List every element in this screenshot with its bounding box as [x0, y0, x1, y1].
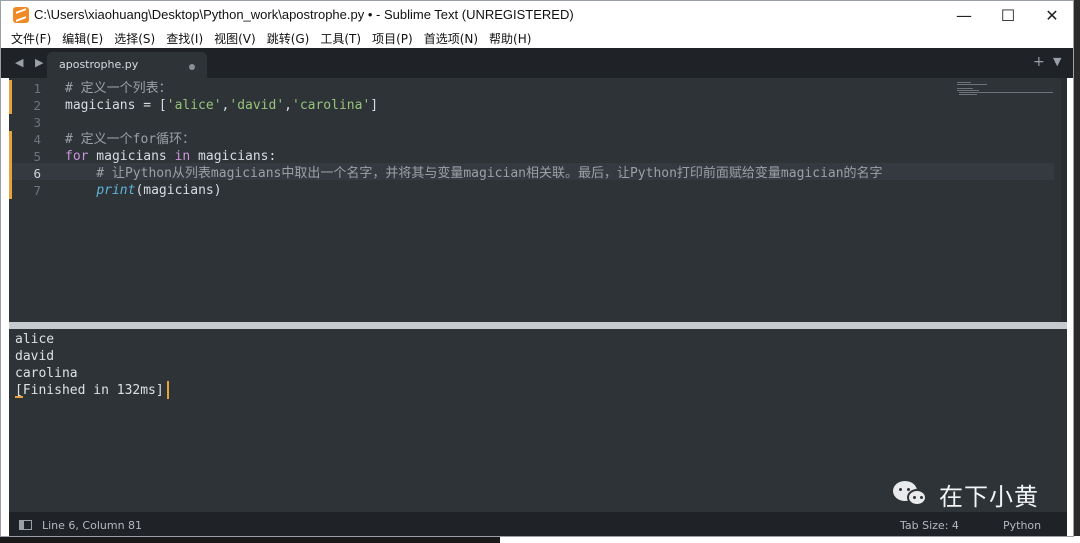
syntax-selector[interactable]: Python	[1003, 519, 1041, 532]
minimize-button[interactable]: —	[941, 1, 987, 30]
line-number: 5	[33, 149, 41, 164]
line-number: 4	[33, 132, 41, 147]
tab-apostrophe-py[interactable]: apostrophe.py	[47, 52, 207, 78]
line-number: 1	[33, 81, 41, 96]
tab-bar: ◀ ▶ apostrophe.py + ▼	[1, 48, 1073, 78]
menu-find[interactable]: 查找(I)	[159, 30, 207, 48]
watermark: 在下小黄	[893, 478, 1039, 511]
menu-file[interactable]: 文件(F)	[1, 30, 55, 48]
watermark-text: 在下小黄	[939, 482, 1039, 511]
menu-edit[interactable]: 编辑(E)	[55, 30, 107, 48]
title-bar[interactable]: C:\Users\xiaohuang\Desktop\Python_work\a…	[1, 1, 1073, 30]
panel-toggle-icon[interactable]	[19, 520, 32, 530]
line-number: 3	[33, 115, 41, 130]
tab-overflow-chevron-icon[interactable]: ▼	[1053, 55, 1061, 68]
tab-nav-arrows-icon[interactable]: ◀ ▶	[15, 56, 47, 69]
modified-lines-marker	[9, 80, 12, 114]
panel-divider[interactable]	[9, 322, 1067, 329]
code-line[interactable]: # 让Python从列表magicians中取出一个名字，并将其与变量magic…	[65, 165, 883, 182]
code-token-comment: # 定义一个列表：	[65, 81, 172, 96]
new-tab-icon[interactable]: +	[1033, 54, 1045, 70]
code-line[interactable]: # 定义一个for循环：	[65, 131, 195, 148]
cursor-underline	[15, 396, 23, 398]
code-line[interactable]: magicians = ['alice','david','carolina']	[65, 97, 378, 114]
code-token-comment: # 让Python从列表magicians中取出一个名字，并将其与变量magic…	[65, 166, 883, 181]
vertical-scrollbar[interactable]	[1061, 78, 1067, 322]
wechat-icon	[893, 479, 929, 509]
code-token-keyword: for	[65, 149, 89, 164]
code-token-punct: magicians	[88, 149, 175, 164]
tab-size-selector[interactable]: Tab Size: 4	[900, 519, 959, 532]
code-token-keyword: in	[174, 149, 191, 164]
build-output-panel[interactable]: alice david carolina [Finished in 132ms] 在下…	[9, 329, 1067, 512]
code-token-punct: ,	[284, 98, 292, 113]
menu-goto[interactable]: 跳转(G)	[260, 30, 314, 48]
output-line: alice	[15, 332, 55, 347]
tab-label: apostrophe.py	[59, 58, 139, 71]
line-number: 6	[33, 166, 41, 181]
maximize-button[interactable]: ☐	[985, 1, 1031, 30]
code-line[interactable]: for magicians in magicians:	[65, 148, 276, 165]
code-token-punct: ]	[370, 98, 379, 113]
background-desktop-edge	[500, 536, 1080, 543]
code-token-punct	[65, 183, 96, 198]
status-bar: Line 6, Column 81 Tab Size: 4 Python	[9, 512, 1067, 536]
unsaved-dot-icon[interactable]	[189, 64, 195, 70]
line-number: 7	[33, 183, 41, 198]
menu-preferences[interactable]: 首选项(N)	[417, 30, 482, 48]
cursor-position: Line 6, Column 81	[42, 519, 143, 532]
code-token-string: 'david'	[229, 98, 285, 113]
output-line: [Finished in 132ms]	[15, 383, 164, 398]
menu-bar: 文件(F) 编辑(E) 选择(S) 查找(I) 视图(V) 跳转(G) 工具(T…	[1, 30, 1073, 48]
code-token-string: 'alice'	[166, 98, 222, 113]
code-token-punct: (magicians)	[135, 183, 222, 198]
close-button[interactable]: ✕	[1029, 1, 1073, 30]
code-line[interactable]: # 定义一个列表：	[65, 80, 172, 97]
output-line: carolina	[15, 366, 78, 381]
code-token-comment: # 定义一个for循环：	[65, 132, 196, 147]
menu-tools[interactable]: 工具(T)	[313, 30, 365, 48]
code-line[interactable]: print(magicians)	[65, 182, 222, 199]
code-editor[interactable]: 1234567 # 定义一个列表： magicians = ['alice','d…	[9, 78, 1067, 322]
sublime-text-icon	[13, 7, 29, 23]
text-cursor	[167, 381, 169, 399]
code-token-punct: magicians:	[190, 149, 277, 164]
menu-selection[interactable]: 选择(S)	[107, 30, 159, 48]
modified-lines-marker	[9, 131, 12, 199]
sublime-text-window: C:\Users\xiaohuang\Desktop\Python_work\a…	[0, 0, 1074, 537]
menu-view[interactable]: 视图(V)	[207, 30, 260, 48]
line-number-gutter: 1 2 3 4 5 6 7	[9, 78, 55, 322]
code-token-punct: magicians = [	[65, 98, 167, 113]
window-title: C:\Users\xiaohuang\Desktop\Python_work\a…	[34, 7, 574, 22]
code-token-string: 'carolina'	[292, 98, 371, 113]
output-line: david	[15, 349, 55, 364]
code-token-func: print	[96, 183, 136, 198]
menu-help[interactable]: 帮助(H)	[482, 30, 535, 48]
menu-project[interactable]: 项目(P)	[365, 30, 417, 48]
line-number: 2	[33, 98, 41, 113]
minimap[interactable]	[957, 82, 1057, 102]
